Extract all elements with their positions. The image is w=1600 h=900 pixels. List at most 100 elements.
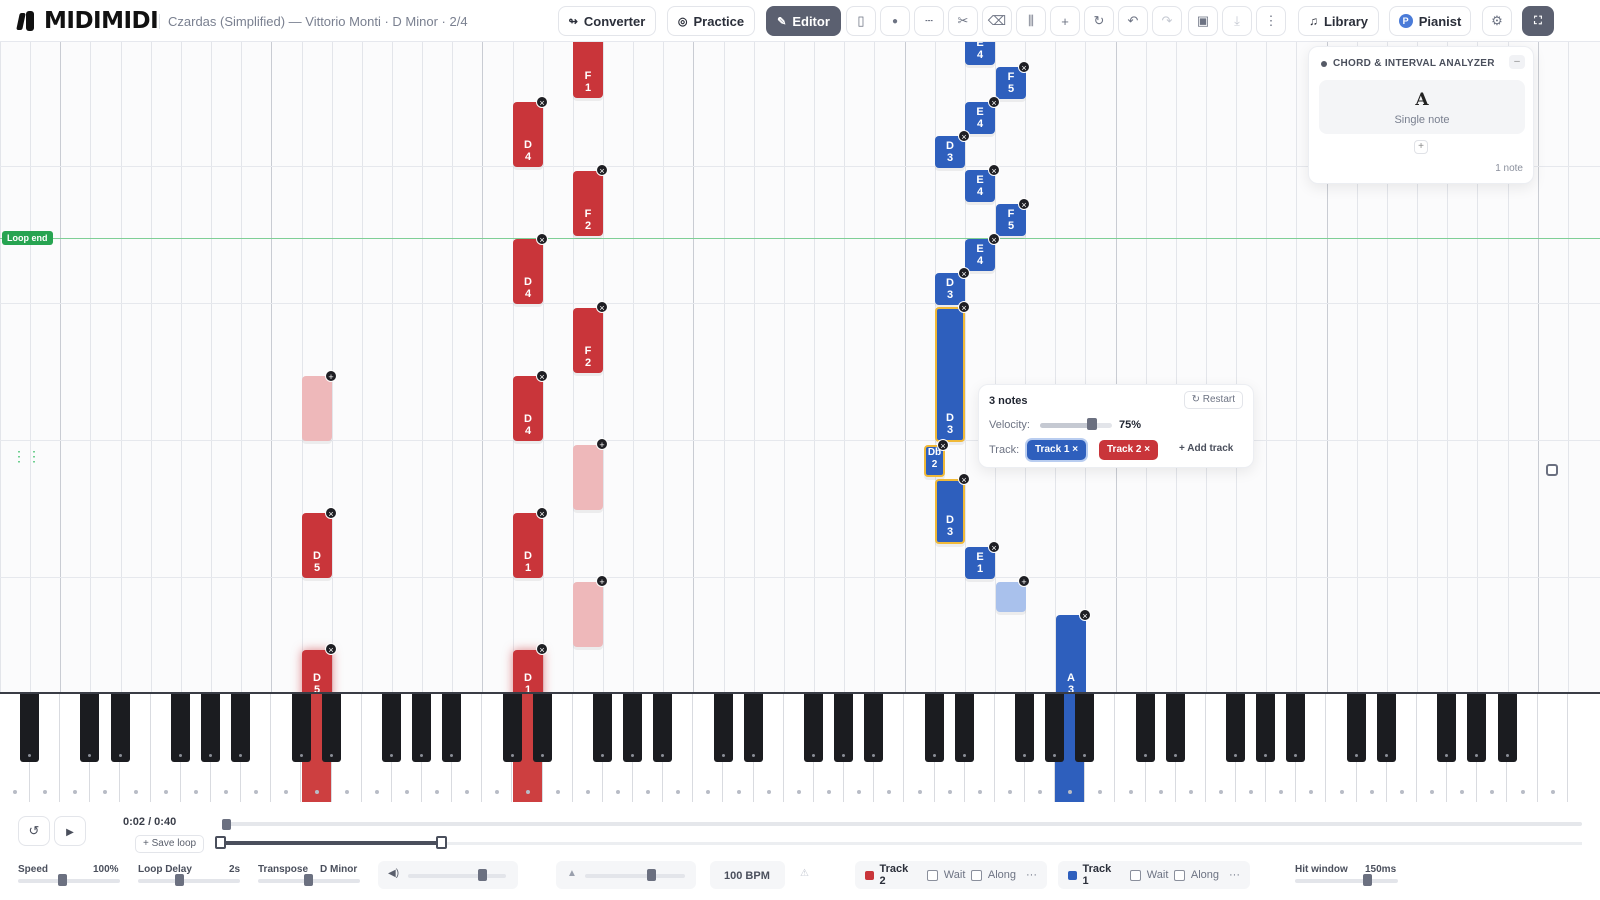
delete-note-icon[interactable]: × [536, 96, 548, 108]
black-key[interactable] [292, 694, 311, 762]
download-button[interactable]: ⤓ [1222, 6, 1252, 36]
black-key[interactable] [1045, 694, 1064, 762]
progress-track[interactable] [226, 822, 1582, 826]
add-note-icon[interactable]: + [596, 575, 608, 587]
ghost-note[interactable] [573, 445, 603, 510]
expand-analyzer-button[interactable]: + [1414, 140, 1428, 154]
note-selected[interactable]: D3 [935, 307, 965, 442]
black-key[interactable] [111, 694, 130, 762]
eraser-button[interactable]: ⌫ [982, 6, 1012, 36]
black-key[interactable] [925, 694, 944, 762]
delete-note-icon[interactable]: × [988, 164, 1000, 176]
black-key[interactable] [834, 694, 853, 762]
roll-scrollbar[interactable] [1546, 464, 1558, 476]
note[interactable]: D1 [513, 650, 543, 692]
minimize-button[interactable]: – [1509, 55, 1525, 69]
loop-end-handle[interactable] [436, 836, 447, 849]
note[interactable]: F2 [573, 171, 603, 236]
note[interactable]: D4 [513, 102, 543, 167]
black-key[interactable] [955, 694, 974, 762]
black-key[interactable] [1467, 694, 1486, 762]
note[interactable]: D4 [513, 239, 543, 304]
black-key[interactable] [322, 694, 341, 762]
delete-note-icon[interactable]: × [937, 439, 949, 451]
delete-note-icon[interactable]: × [988, 233, 1000, 245]
save-button[interactable]: ▣ [1188, 6, 1218, 36]
play-button[interactable]: ▶ [54, 816, 86, 846]
track1-along-checkbox[interactable] [1174, 869, 1185, 881]
black-key[interactable] [412, 694, 431, 762]
pianist-button[interactable]: P Pianist [1389, 6, 1471, 36]
practice-button[interactable]: ◎ Practice [667, 6, 755, 36]
piano-keyboard[interactable] [0, 692, 1600, 802]
speed-slider[interactable] [18, 879, 120, 883]
delete-note-icon[interactable]: × [325, 507, 337, 519]
loop-delay-thumb[interactable] [175, 874, 184, 886]
hit-window-thumb[interactable] [1363, 874, 1372, 886]
black-key[interactable] [1015, 694, 1034, 762]
black-key[interactable] [623, 694, 642, 762]
black-key[interactable] [1166, 694, 1185, 762]
delete-note-icon[interactable]: × [958, 267, 970, 279]
more-icon[interactable]: ··· [1026, 869, 1037, 881]
restart-button[interactable]: ↻ Restart [1183, 391, 1243, 409]
black-key[interactable] [1377, 694, 1396, 762]
note[interactable]: F1 [573, 42, 603, 98]
track2-along-checkbox[interactable] [971, 869, 982, 881]
note-selected[interactable]: D3 [935, 479, 965, 544]
note[interactable]: A3 [1056, 615, 1086, 692]
velocity-thumb[interactable] [1087, 418, 1097, 430]
logo[interactable]: MIDIMIDI [16, 8, 159, 34]
delete-note-icon[interactable]: × [596, 301, 608, 313]
redo-button[interactable]: ↷ [1152, 6, 1182, 36]
delete-note-icon[interactable]: × [596, 164, 608, 176]
delete-note-icon[interactable]: × [958, 301, 970, 313]
loop-end-line[interactable] [0, 238, 1600, 239]
black-key[interactable] [1226, 694, 1245, 762]
black-key[interactable] [201, 694, 220, 762]
note[interactable]: F2 [573, 308, 603, 373]
black-key[interactable] [1256, 694, 1275, 762]
ghost-note[interactable] [573, 582, 603, 647]
white-key[interactable] [1538, 694, 1568, 802]
black-key[interactable] [1347, 694, 1366, 762]
undo-button[interactable]: ↶ [1118, 6, 1148, 36]
black-key[interactable] [714, 694, 733, 762]
delete-note-icon[interactable]: × [958, 473, 970, 485]
volume-slider[interactable] [408, 874, 506, 878]
black-key[interactable] [503, 694, 522, 762]
black-key[interactable] [653, 694, 672, 762]
fullscreen-button[interactable]: ⛶ [1522, 6, 1554, 36]
metronome-slider[interactable] [585, 874, 685, 878]
delete-note-icon[interactable]: × [536, 643, 548, 655]
velocity-slider[interactable] [1040, 423, 1112, 428]
loop-delay-slider[interactable] [138, 879, 240, 883]
rest-button[interactable]: ┄ [914, 6, 944, 36]
delete-note-icon[interactable]: × [536, 233, 548, 245]
speed-thumb[interactable] [58, 874, 67, 886]
more-icon[interactable]: ··· [1229, 869, 1240, 881]
editor-button[interactable]: ✎ Editor [766, 6, 841, 36]
delete-note-icon[interactable]: × [958, 130, 970, 142]
add-note-icon[interactable]: + [596, 438, 608, 450]
metronome-thumb[interactable] [647, 869, 656, 881]
delete-note-icon[interactable]: × [536, 370, 548, 382]
black-key[interactable] [1498, 694, 1517, 762]
progress-thumb[interactable] [222, 819, 231, 830]
black-key[interactable] [231, 694, 250, 762]
transpose-thumb[interactable] [304, 874, 313, 886]
delete-note-icon[interactable]: × [536, 507, 548, 519]
note[interactable]: D1 [513, 513, 543, 578]
note[interactable]: D4 [513, 376, 543, 441]
add-note-icon[interactable]: + [1018, 575, 1030, 587]
add-track-button[interactable]: + Add track [1179, 443, 1233, 454]
black-key[interactable] [442, 694, 461, 762]
black-key[interactable] [80, 694, 99, 762]
library-button[interactable]: ♫ Library [1298, 6, 1379, 36]
restart-playback-button[interactable]: ↺ [18, 816, 50, 846]
new-file-button[interactable]: ▯ [846, 6, 876, 36]
track1-chip[interactable]: Track 1 × [1027, 440, 1087, 460]
waveform-button[interactable]: ⋮ [1256, 6, 1286, 36]
converter-button[interactable]: ↬ Converter [558, 6, 656, 36]
ghost-note[interactable] [302, 376, 332, 441]
